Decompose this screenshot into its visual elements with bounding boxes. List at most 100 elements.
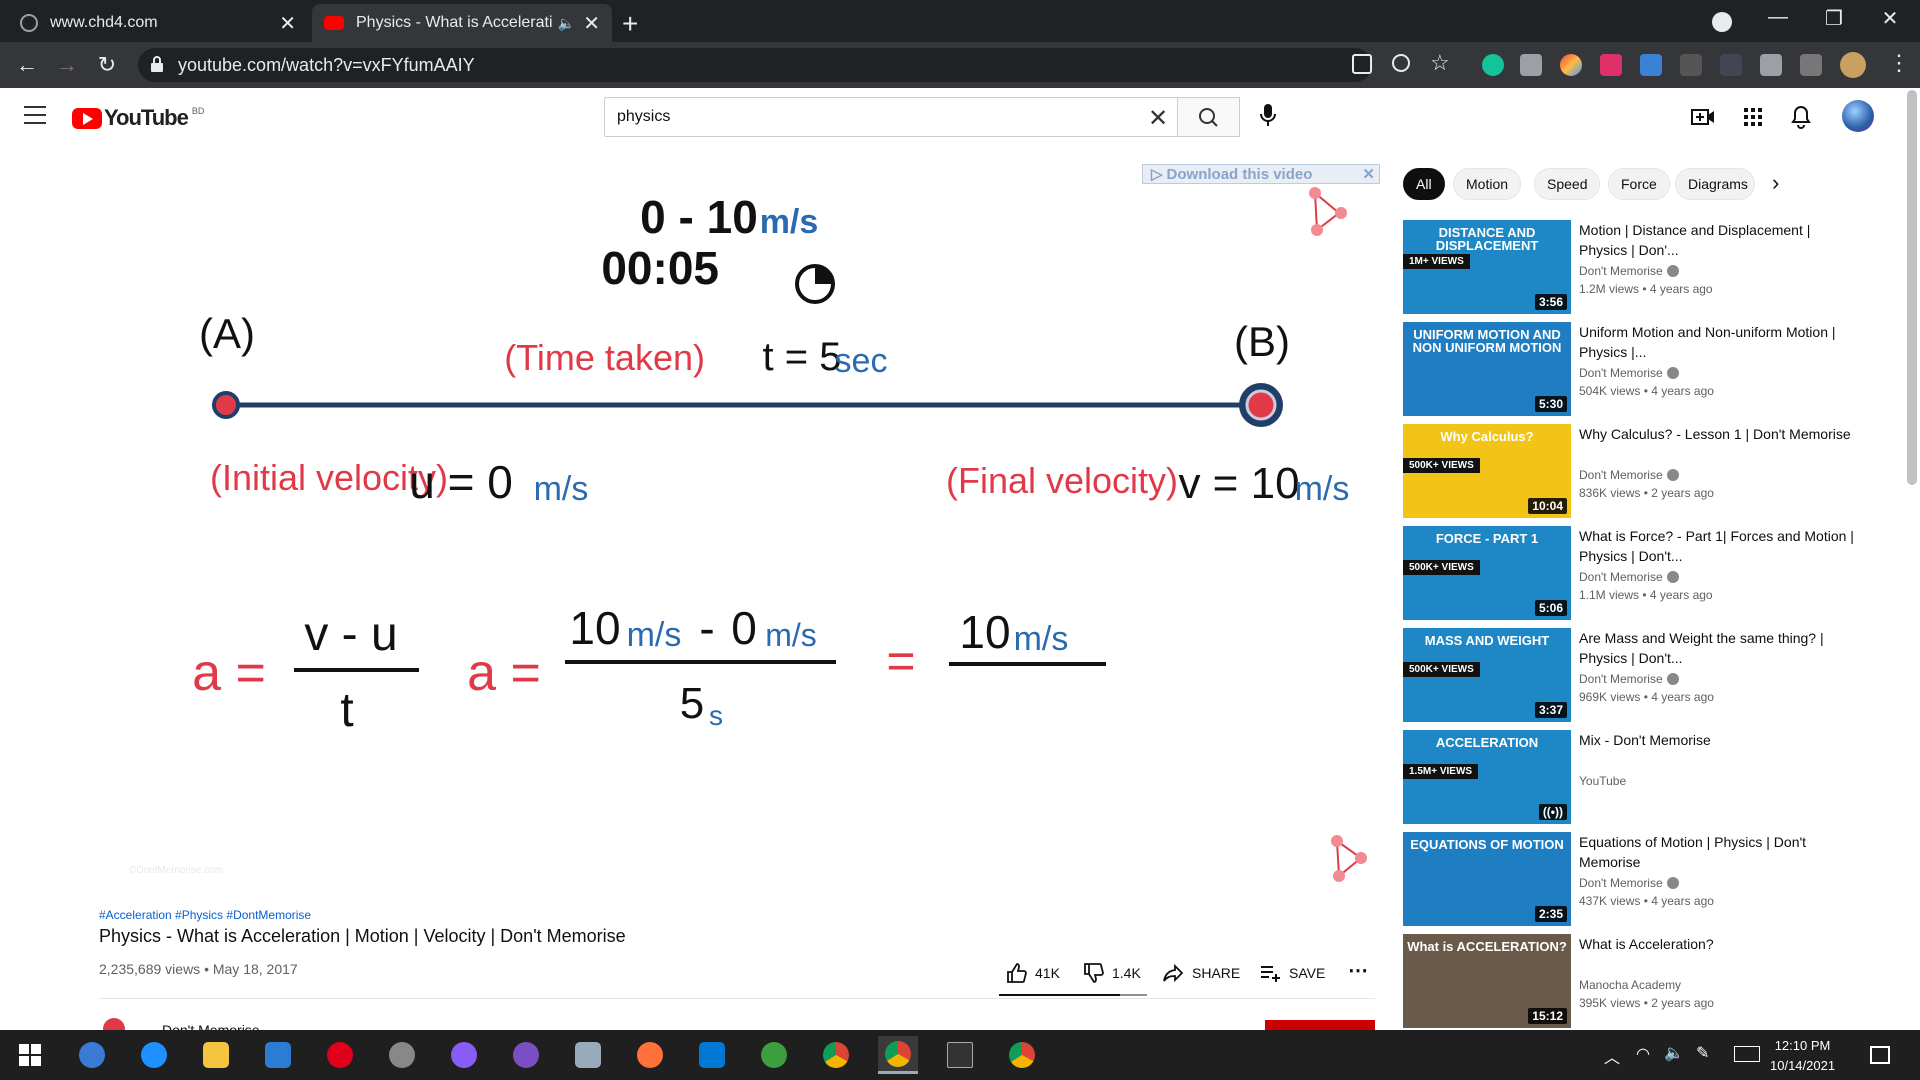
address-bar[interactable]: youtube.com/watch?v=vxFYfumAAIY	[138, 48, 1372, 82]
video-thumbnail[interactable]: What is ACCELERATION? 15:12	[1403, 934, 1571, 1028]
grammarly-extension-icon[interactable]	[1482, 54, 1504, 76]
dark-extension-icon[interactable]	[1680, 54, 1702, 76]
pen-extension-icon[interactable]	[1720, 54, 1742, 76]
recommended-video[interactable]: FORCE - PART 1 500K+ VIEWS 5:06 What is For…	[1403, 526, 1863, 620]
recommended-channel[interactable]: Don't Memorise	[1579, 570, 1679, 584]
recommended-video[interactable]: UNIFORM MOTION AND NON UNIFORM MOTION 5:3…	[1403, 322, 1863, 416]
lock-icon[interactable]	[150, 56, 164, 72]
taskbar-app-6[interactable]	[382, 1036, 422, 1074]
taskbar-explorer-app[interactable]	[196, 1036, 236, 1074]
dislike-button[interactable]: 1.4K	[1082, 962, 1141, 984]
save-button[interactable]: SAVE	[1259, 962, 1325, 984]
recommended-channel[interactable]: Don't Memorise	[1579, 366, 1679, 380]
taskbar-app-12[interactable]	[754, 1036, 794, 1074]
taskbar-chrome-profile-app[interactable]	[1002, 1036, 1042, 1074]
recommended-video[interactable]: Why Calculus? 500K+ VIEWS 10:04 Why Calculu…	[1403, 424, 1863, 518]
tab-search-icon[interactable]	[1712, 12, 1732, 32]
bookmark-star-icon[interactable]: ☆	[1430, 50, 1450, 76]
recommended-title[interactable]: Motion | Distance and Displacement | Phy…	[1579, 220, 1859, 260]
colorful-extension-icon[interactable]	[1560, 54, 1582, 76]
notifications-bell-icon[interactable]	[1788, 104, 1814, 130]
video-thumbnail[interactable]: MASS AND WEIGHT 500K+ VIEWS 3:37	[1403, 628, 1571, 722]
hashtags[interactable]: #Acceleration #Physics #DontMemorise	[99, 908, 311, 922]
taskbar-opera-app[interactable]	[320, 1036, 360, 1074]
taskbar-vscode-app[interactable]	[692, 1036, 732, 1074]
keyboard-icon[interactable]	[1734, 1046, 1760, 1062]
channel-avatar[interactable]	[103, 1018, 125, 1030]
video-thumbnail[interactable]: UNIFORM MOTION AND NON UNIFORM MOTION 5:3…	[1403, 322, 1571, 416]
video-thumbnail[interactable]: Why Calculus? 500K+ VIEWS 10:04	[1403, 424, 1571, 518]
pen-icon[interactable]: ✎	[1696, 1043, 1709, 1063]
recommended-video[interactable]: What is ACCELERATION? 15:12 What is Accele…	[1403, 934, 1863, 1028]
taskbar-app-9[interactable]	[568, 1036, 608, 1074]
forward-button[interactable]: →	[52, 50, 82, 80]
video-thumbnail[interactable]: ACCELERATION 1.5M+ VIEWS ((•))	[1403, 730, 1571, 824]
chip-diagrams[interactable]: Diagrams	[1675, 168, 1755, 200]
play-extension-icon[interactable]	[1600, 54, 1622, 76]
video-thumbnail[interactable]: EQUATIONS OF MOTION 2:35	[1403, 832, 1571, 926]
download-video-banner[interactable]: ▷ Download this video ✕	[1142, 164, 1380, 184]
recommended-video[interactable]: DISTANCE AND DISPLACEMENT 1M+ VIEWS 3:56 Mo…	[1403, 220, 1863, 314]
wifi-icon[interactable]: ◠	[1636, 1044, 1650, 1064]
page-scrollbar[interactable]	[1907, 90, 1917, 485]
recommended-video[interactable]: MASS AND WEIGHT 500K+ VIEWS 3:37 Are Mass a…	[1403, 628, 1863, 722]
taskbar-firefox-app[interactable]	[630, 1036, 670, 1074]
video-thumbnail[interactable]: DISTANCE AND DISPLACEMENT 1M+ VIEWS 3:56	[1403, 220, 1571, 314]
extensions-puzzle-icon[interactable]	[1760, 54, 1782, 76]
recommended-title[interactable]: Equations of Motion | Physics | Don't Me…	[1579, 832, 1859, 872]
tab-chd4[interactable]: www.chd4.com ✕	[8, 4, 308, 42]
taskbar-edge-app[interactable]	[134, 1036, 174, 1074]
taskbar-messenger-app[interactable]	[444, 1036, 484, 1074]
video-player[interactable]: 0 - 10 m/s 00:05 (A) (B) (Time taken) t …	[99, 168, 1379, 888]
taskbar-mail-app[interactable]	[258, 1036, 298, 1074]
recommended-channel[interactable]: Manocha Academy	[1579, 978, 1681, 992]
recommended-channel[interactable]: Don't Memorise	[1579, 264, 1679, 278]
chip-speed[interactable]: Speed	[1534, 168, 1601, 200]
create-video-icon[interactable]	[1690, 104, 1716, 130]
taskbar-chrome-app[interactable]	[816, 1036, 856, 1074]
zoom-icon[interactable]	[1392, 54, 1410, 72]
hamburger-menu-icon[interactable]	[24, 106, 46, 124]
chip-force[interactable]: Force	[1608, 168, 1670, 200]
close-tab-icon[interactable]: ✕	[279, 11, 296, 36]
search-input[interactable]: physics	[604, 97, 1177, 137]
close-banner-icon[interactable]: ✕	[1362, 165, 1375, 183]
taskbar-terminal-app[interactable]	[940, 1036, 980, 1074]
new-tab-button[interactable]: +	[622, 8, 638, 40]
recommended-title[interactable]: Uniform Motion and Non-uniform Motion | …	[1579, 322, 1859, 362]
apps-grid-icon[interactable]	[1740, 104, 1766, 130]
video-thumbnail[interactable]: FORCE - PART 1 500K+ VIEWS 5:06	[1403, 526, 1571, 620]
recommended-channel[interactable]: Don't Memorise	[1579, 672, 1679, 686]
youtube-logo[interactable]: YouTube BD	[72, 105, 204, 131]
recommended-video[interactable]: ACCELERATION 1.5M+ VIEWS ((•)) Mix - Don't …	[1403, 730, 1863, 824]
notifications-icon[interactable]	[1870, 1046, 1890, 1064]
recommended-title[interactable]: Mix - Don't Memorise	[1579, 730, 1859, 750]
more-actions-icon[interactable]: ⋯	[1348, 958, 1368, 983]
speaker-icon[interactable]: 🔈	[558, 15, 575, 32]
recommended-channel[interactable]: Don't Memorise	[1579, 468, 1679, 482]
like-button[interactable]: 41K	[1005, 962, 1060, 984]
volume-icon[interactable]: 🔈	[1664, 1043, 1684, 1063]
recommended-title[interactable]: Are Mass and Weight the same thing? | Ph…	[1579, 628, 1859, 668]
recommended-title[interactable]: What is Force? - Part 1| Forces and Moti…	[1579, 526, 1859, 566]
chip-motion[interactable]: Motion	[1453, 168, 1522, 200]
back-button[interactable]: ←	[12, 50, 42, 80]
channel-name-partial[interactable]: Don't Memorise	[162, 1020, 260, 1030]
minimize-button[interactable]: —	[1758, 6, 1798, 29]
share-button[interactable]: SHARE	[1162, 962, 1240, 984]
profile-icon[interactable]	[1840, 52, 1866, 78]
tray-chevron-icon[interactable]: ︿	[1604, 1044, 1620, 1068]
taskbar-qb-app[interactable]	[72, 1036, 112, 1074]
maximize-button[interactable]: ❐	[1814, 6, 1854, 31]
system-clock[interactable]: 12:10 PM 10/14/2021	[1770, 1036, 1835, 1076]
windows-start-button[interactable]	[10, 1036, 50, 1074]
download-extension-icon[interactable]	[1640, 54, 1662, 76]
clear-search-icon[interactable]: ✕	[1148, 104, 1168, 133]
chips-next-icon[interactable]: ›	[1772, 170, 1779, 196]
recommended-channel[interactable]: Don't Memorise	[1579, 876, 1679, 890]
recommended-video[interactable]: EQUATIONS OF MOTION 2:35 Equations of Moti…	[1403, 832, 1863, 926]
taskbar-github-app[interactable]	[506, 1036, 546, 1074]
recommended-title[interactable]: What is Acceleration?	[1579, 934, 1859, 954]
microphone-icon[interactable]	[1256, 102, 1280, 130]
taskbar-chrome-active-app[interactable]	[878, 1036, 918, 1074]
